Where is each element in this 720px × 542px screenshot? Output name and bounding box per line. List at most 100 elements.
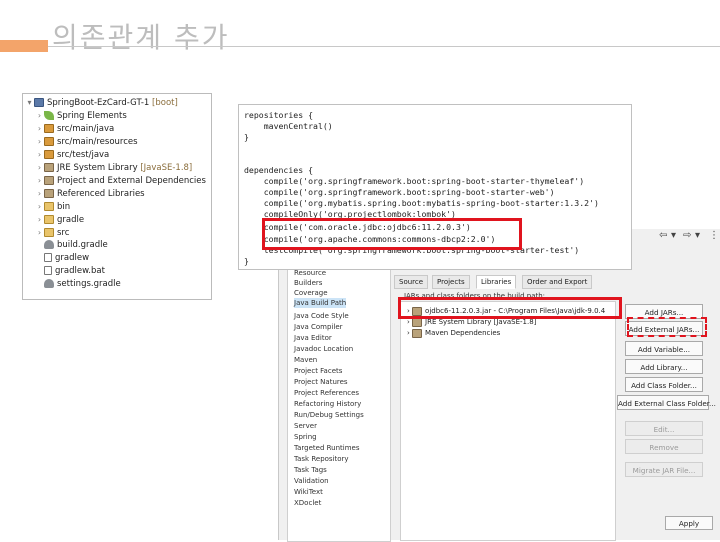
expand-icon[interactable]: › [35,213,44,226]
tab-source[interactable]: Source [394,275,429,289]
folder-icon [44,228,54,237]
code-line: } [244,256,249,266]
gradle-file-icon [44,240,54,249]
tree-item[interactable]: build.gradle [35,239,108,252]
tree-item[interactable]: › gradle [35,213,84,226]
expand-icon[interactable]: › [35,226,44,239]
code-line: } [244,132,249,142]
category-item[interactable]: Builders [294,278,322,288]
expand-icon[interactable]: › [35,200,44,213]
tree-item[interactable]: › src/main/java [35,122,114,135]
forward-arrow-icon[interactable]: ⇨ [683,230,691,241]
tree-item-label: gradlew.bat [55,266,105,276]
tree-root-tag: [boot] [152,98,178,108]
category-item[interactable]: Java Editor [294,333,332,343]
tree-item-label: src/test/java [57,150,110,160]
expand-icon[interactable]: › [35,148,44,161]
tab-order-and-export[interactable]: Order and Export [522,275,593,289]
code-line: repositories { [244,110,314,120]
migrate-jar-button[interactable]: Migrate JAR File... [625,462,703,477]
apply-button[interactable]: Apply [665,516,713,530]
library-icon [412,328,423,338]
tree-item[interactable]: settings.gradle [35,278,121,291]
tree-item[interactable]: › src/test/java [35,148,109,161]
add-variable-button[interactable]: Add Variable... [625,341,703,356]
category-item[interactable]: Maven [294,355,317,365]
library-icon [44,163,54,172]
category-item[interactable]: Java Compiler [294,322,343,332]
tree-item[interactable]: › Referenced Libraries [35,187,145,200]
remove-button[interactable]: Remove [625,439,703,454]
category-item[interactable]: Project Facets [294,366,342,376]
category-item[interactable]: Run/Debug Settings [294,410,364,420]
tree-item[interactable]: gradlew [35,252,89,265]
category-item[interactable]: XDoclet [294,498,321,508]
folder-icon [44,215,54,224]
category-item[interactable]: Server [294,421,317,431]
category-item[interactable]: Coverage [294,288,328,298]
code-line: compile('org.springframework.boot:spring… [244,187,555,197]
gradle-file-icon [44,279,54,288]
expand-icon[interactable]: › [35,161,44,174]
tree-item-label: gradlew [55,253,90,263]
expand-icon[interactable]: › [35,135,44,148]
category-item[interactable]: Javadoc Location [294,344,353,354]
title-divider [48,46,720,47]
folder-icon [44,202,54,211]
category-item[interactable]: Targeted Runtimes [294,443,360,453]
expand-icon[interactable]: › [35,174,44,187]
menu-icon[interactable]: ⋮ [709,230,719,241]
category-item[interactable]: Java Code Style [294,311,349,321]
tree-item-label: bin [57,202,71,212]
tree-root[interactable]: ▾ SpringBoot-EzCard-GT-1 [boot] [25,96,178,109]
add-class-folder-button[interactable]: Add Class Folder... [625,377,703,392]
category-item[interactable]: Refactoring History [294,399,361,409]
category-item[interactable]: Task Repository [294,454,349,464]
category-item[interactable]: Validation [294,476,329,486]
library-item-label: Maven Dependencies [425,329,501,337]
dropdown-icon[interactable]: ▾ [671,230,676,241]
tree-item[interactable]: gradlew.bat [35,265,105,278]
add-library-button[interactable]: Add Library... [625,359,703,374]
category-item-selected[interactable]: Java Build Path [294,298,347,308]
expand-icon[interactable]: › [35,122,44,135]
tree-item[interactable]: › src [35,226,69,239]
tree-item-label: Project and External Dependencies [57,176,206,186]
library-item[interactable]: › Maven Dependencies [407,328,500,339]
tree-item-label: gradle [57,215,85,225]
tree-item[interactable]: › src/main/resources [35,135,138,148]
package-folder-icon [44,150,54,159]
expand-icon[interactable]: › [35,109,44,122]
expand-icon[interactable]: › [35,187,44,200]
category-item[interactable]: Task Tags [294,465,327,475]
tree-item[interactable]: › JRE System Library [JavaSE-1.8] [35,161,192,174]
add-external-class-folder-button[interactable]: Add External Class Folder... [617,395,716,410]
tab-projects[interactable]: Projects [432,275,470,289]
add-external-jars-highlight-box [627,317,707,337]
library-list: › ojdbc6-11.2.0.3.jar - C:\Program Files… [400,301,616,541]
tree-item[interactable]: › Spring Elements [35,109,127,122]
collapse-icon[interactable]: ▾ [25,96,34,109]
project-explorer: ▾ SpringBoot-EzCard-GT-1 [boot] › Spring E… [22,93,212,300]
tree-item[interactable]: › bin [35,200,70,213]
code-line: mavenCentral() [244,121,333,131]
tree-item-label: settings.gradle [57,279,121,289]
tab-libraries[interactable]: Libraries [476,275,517,289]
category-item[interactable]: Spring [294,432,317,442]
package-folder-icon [44,124,54,133]
library-item-label: JRE System Library [JavaSE-1.8] [425,318,537,326]
library-icon [44,176,54,185]
category-item[interactable]: WikiText [294,487,323,497]
category-item[interactable]: Project Natures [294,377,348,387]
file-icon [44,253,52,262]
tree-item-label: src/main/java [57,124,115,134]
code-line: compile('org.mybatis.spring.boot:mybatis… [244,198,599,208]
dropdown-icon[interactable]: ▾ [695,230,700,241]
category-item[interactable]: Project References [294,388,359,398]
category-list: Resource Builders Coverage Java Build Pa… [287,265,391,542]
tree-item[interactable]: › Project and External Dependencies [35,174,206,187]
code-line: dependencies { [244,165,314,175]
tree-root-label: SpringBoot-EzCard-GT-1 [47,98,150,108]
back-arrow-icon[interactable]: ⇦ [659,230,667,241]
edit-button[interactable]: Edit... [625,421,703,436]
